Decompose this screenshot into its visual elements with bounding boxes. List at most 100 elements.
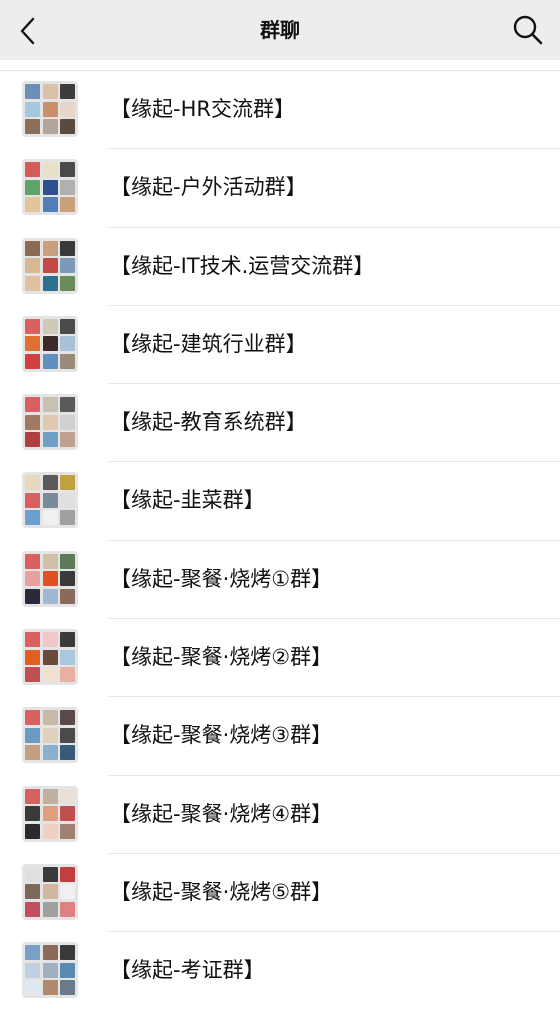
member-thumbnail: [25, 414, 40, 430]
member-thumbnail: [60, 84, 75, 99]
member-thumbnail: [42, 197, 58, 213]
group-chat-item[interactable]: 【缘起-IT技术.运营交流群】: [0, 226, 560, 305]
member-thumbnail: [60, 632, 75, 648]
member-thumbnail: [60, 788, 75, 804]
group-chat-item[interactable]: 【缘起-HR交流群】: [0, 70, 560, 148]
member-thumbnail: [25, 353, 40, 369]
member-thumbnail: [60, 179, 75, 195]
member-thumbnail: [25, 649, 40, 665]
member-thumbnail: [42, 788, 58, 804]
member-thumbnail: [60, 336, 75, 352]
group-avatar: [22, 394, 78, 451]
member-thumbnail: [42, 727, 58, 743]
group-name: 【缘起-聚餐·烧烤④群】: [110, 801, 333, 826]
member-thumbnail: [60, 980, 75, 996]
member-thumbnail: [25, 258, 40, 274]
member-thumbnail: [25, 788, 40, 804]
member-thumbnail: [25, 571, 40, 587]
group-chat-item[interactable]: 【缘起-建筑行业群】: [0, 304, 560, 383]
group-avatar: [22, 550, 78, 607]
member-thumbnail: [60, 945, 75, 961]
member-thumbnail: [25, 492, 40, 508]
group-name: 【缘起-韭菜群】: [110, 488, 265, 513]
member-thumbnail: [60, 510, 75, 526]
member-thumbnail: [42, 745, 58, 761]
member-thumbnail: [25, 980, 40, 996]
member-thumbnail: [60, 475, 75, 491]
member-thumbnail: [42, 667, 58, 683]
member-thumbnail: [25, 275, 40, 291]
page-title: 群聊: [260, 18, 300, 42]
member-thumbnail: [42, 588, 58, 604]
member-thumbnail: [60, 492, 75, 508]
member-thumbnail: [42, 101, 58, 117]
member-thumbnail: [25, 884, 40, 900]
member-thumbnail: [42, 353, 58, 369]
member-thumbnail: [60, 727, 75, 743]
group-chat-item[interactable]: 【缘起-聚餐·烧烤④群】: [0, 774, 560, 853]
group-chat-item[interactable]: 【缘起-户外活动群】: [0, 148, 560, 226]
group-avatar: [22, 237, 78, 294]
member-thumbnail: [25, 84, 40, 99]
group-name: 【缘起-考证群】: [110, 958, 265, 983]
member-thumbnail: [42, 397, 58, 413]
group-avatar: [22, 159, 78, 216]
member-thumbnail: [60, 571, 75, 587]
member-thumbnail: [60, 806, 75, 822]
member-thumbnail: [25, 119, 40, 134]
group-chat-item[interactable]: 【缘起-聚餐·烧烤③群】: [0, 696, 560, 774]
member-thumbnail: [42, 866, 58, 882]
group-avatar: [22, 315, 78, 372]
group-chat-item[interactable]: 【缘起-韭菜群】: [0, 461, 560, 539]
group-chat-item[interactable]: 【缘起-考证群】: [0, 931, 560, 1009]
member-thumbnail: [60, 866, 75, 882]
member-thumbnail: [42, 632, 58, 648]
group-chat-item[interactable]: 【缘起-聚餐·烧烤①群】: [0, 539, 560, 618]
member-thumbnail: [42, 553, 58, 569]
member-thumbnail: [42, 84, 58, 99]
group-name: 【缘起-聚餐·烧烤③群】: [110, 723, 333, 748]
member-thumbnail: [60, 162, 75, 178]
group-chat-item[interactable]: 【缘起-聚餐·烧烤②群】: [0, 618, 560, 696]
member-thumbnail: [60, 823, 75, 839]
member-thumbnail: [60, 275, 75, 291]
group-name: 【缘起-聚餐·烧烤②群】: [110, 645, 333, 670]
member-thumbnail: [42, 806, 58, 822]
member-thumbnail: [60, 884, 75, 900]
member-thumbnail: [42, 649, 58, 665]
member-thumbnail: [25, 553, 40, 569]
member-thumbnail: [60, 318, 75, 334]
search-icon[interactable]: [510, 12, 546, 48]
group-avatar: [22, 707, 78, 764]
member-thumbnail: [60, 414, 75, 430]
member-thumbnail: [42, 119, 58, 134]
member-thumbnail: [42, 980, 58, 996]
member-thumbnail: [25, 745, 40, 761]
group-chat-list: 【缘起-HR交流群】 【缘起-户外活动群】【缘起-IT技术.运营交流群】【缘起-建…: [0, 70, 560, 1010]
member-thumbnail: [25, 588, 40, 604]
member-thumbnail: [42, 571, 58, 587]
member-thumbnail: [25, 806, 40, 822]
member-thumbnail: [42, 336, 58, 352]
group-chat-item[interactable]: 【缘起-聚餐·烧烤⑤群】: [0, 852, 560, 931]
member-thumbnail: [25, 632, 40, 648]
member-thumbnail: [42, 823, 58, 839]
group-chat-item[interactable]: 【缘起-教育系统群】: [0, 383, 560, 461]
member-thumbnail: [60, 353, 75, 369]
member-thumbnail: [25, 432, 40, 448]
member-thumbnail: [25, 240, 40, 256]
group-name: 【缘起-IT技术.运营交流群】: [110, 253, 375, 278]
member-thumbnail: [60, 119, 75, 134]
member-thumbnail: [60, 258, 75, 274]
member-thumbnail: [25, 179, 40, 195]
group-avatar: [22, 863, 78, 920]
member-thumbnail: [42, 162, 58, 178]
group-avatar: [22, 629, 78, 686]
member-thumbnail: [25, 510, 40, 526]
member-thumbnail: [25, 962, 40, 978]
member-thumbnail: [42, 240, 58, 256]
member-thumbnail: [42, 318, 58, 334]
member-thumbnail: [25, 901, 40, 917]
member-thumbnail: [42, 275, 58, 291]
member-thumbnail: [60, 710, 75, 726]
